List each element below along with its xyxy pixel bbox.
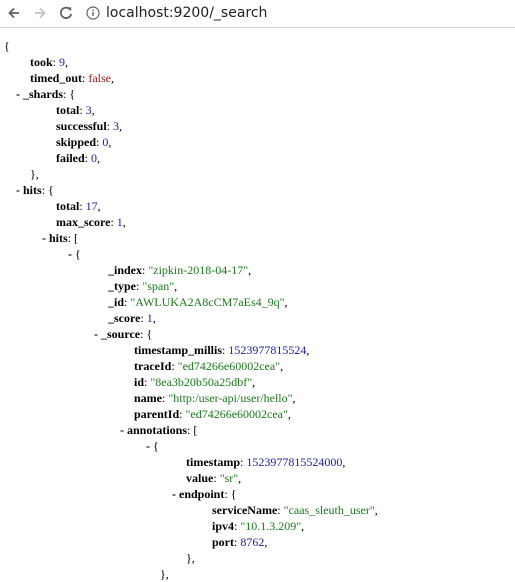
collapse-annotations-toggle[interactable]: -: [120, 423, 127, 437]
value-index: "zipkin-2018-04-17": [148, 263, 249, 277]
key-shards: _shards: [23, 87, 64, 101]
collapse-shards-toggle[interactable]: -: [16, 87, 23, 101]
back-icon[interactable]: [4, 3, 24, 23]
value-annotation-value: "sr": [219, 471, 239, 485]
value-ipv4: "10.1.3.209": [240, 519, 302, 533]
value-timed-out: false: [88, 71, 111, 85]
json-open-brace: {: [4, 39, 10, 53]
value-id: "AWLUKA2A8cCM7aEs4_9q": [130, 295, 285, 309]
info-icon[interactable]: [86, 6, 100, 20]
collapse-hits-toggle[interactable]: -: [16, 183, 23, 197]
url-path: :9200/_search: [168, 5, 268, 21]
value-hits-total: 17: [85, 199, 98, 213]
key-hits: hits: [23, 183, 42, 197]
key-timed-out: timed_out: [30, 71, 82, 85]
value-port: 8762: [240, 535, 265, 549]
reload-icon[interactable]: [56, 3, 76, 23]
collapse-endpoint-toggle[interactable]: -: [172, 487, 179, 501]
browser-toolbar: localhost:9200/_search: [0, 0, 515, 28]
forward-icon[interactable]: [30, 3, 50, 23]
url-host: localhost: [106, 5, 169, 21]
key-took: took: [30, 55, 53, 69]
value-parent-id: "ed74266e60002cea": [185, 407, 288, 421]
value-service-name: "caas_sleuth_user": [283, 503, 375, 517]
collapse-annotation-0-toggle[interactable]: -: [146, 439, 153, 453]
value-span-id: "8ea3b20b50a25dbf": [150, 375, 253, 389]
value-type: "span": [142, 279, 175, 293]
value-annotation-timestamp: 1523977815524000: [246, 455, 343, 469]
value-name: "http:/user-api/user/hello": [168, 391, 293, 405]
collapse-hit-0-toggle[interactable]: -: [68, 247, 75, 261]
collapse-hits-array-toggle[interactable]: -: [42, 231, 49, 245]
value-trace-id: "ed74266e60002cea": [177, 359, 281, 373]
value-timestamp-millis: 1523977815524: [228, 343, 307, 357]
address-bar[interactable]: localhost:9200/_search: [86, 1, 515, 25]
collapse-source-toggle[interactable]: -: [94, 327, 101, 341]
